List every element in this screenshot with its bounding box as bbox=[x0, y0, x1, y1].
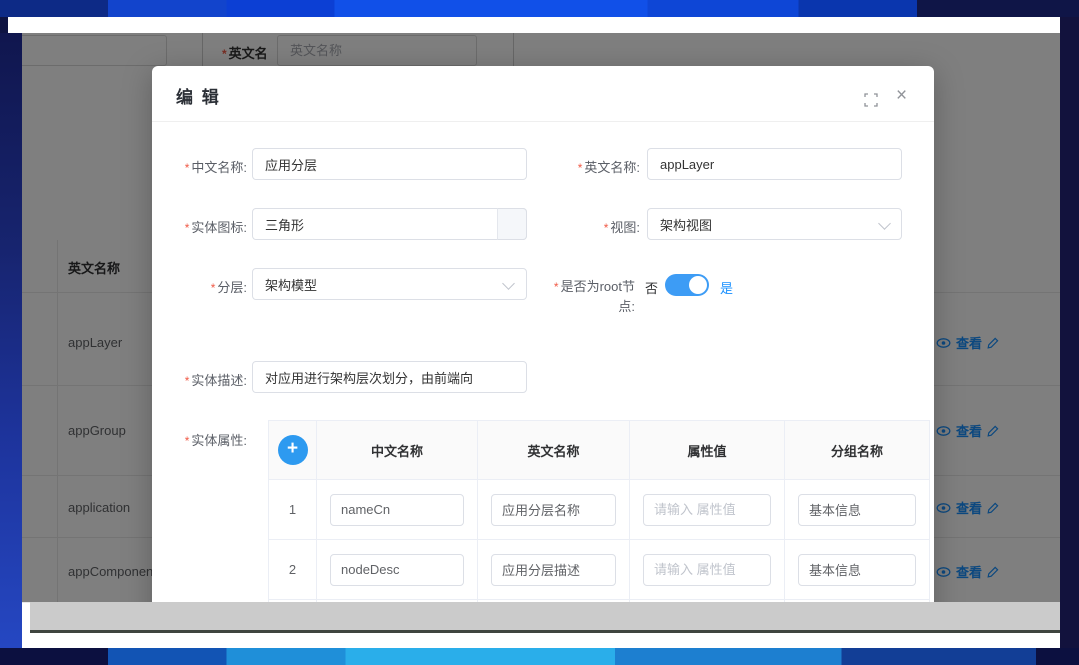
toggle-off-text: 否 bbox=[645, 278, 658, 297]
required-mark: * bbox=[185, 434, 190, 448]
name-en-input[interactable] bbox=[647, 148, 902, 180]
app-window: *英文名 英文名称 appLayer appGroup application … bbox=[8, 17, 1060, 648]
view-label: *视图: bbox=[532, 217, 640, 236]
layer-label: *分层: bbox=[152, 277, 247, 296]
root-toggle[interactable] bbox=[665, 274, 709, 296]
edit-dialog: 编 辑 × *中文名称: *英文名称: *实体图标: *视图: *分层 bbox=[152, 66, 934, 630]
icon-picker-addon[interactable] bbox=[497, 208, 527, 240]
decor-left-column bbox=[0, 33, 22, 648]
attr-cn-input[interactable] bbox=[330, 494, 464, 526]
header-col-value: 属性值 bbox=[630, 421, 785, 479]
window-bottom-strip bbox=[30, 602, 1060, 630]
attr-group-input[interactable] bbox=[798, 494, 916, 526]
toggle-on-text: 是 bbox=[720, 278, 733, 297]
toggle-knob bbox=[689, 276, 707, 294]
required-mark: * bbox=[604, 221, 609, 235]
entity-icon-input[interactable] bbox=[252, 208, 527, 240]
required-mark: * bbox=[185, 374, 190, 388]
header-col-name-en: 英文名称 bbox=[478, 421, 630, 479]
row-number: 2 bbox=[269, 540, 317, 599]
required-mark: * bbox=[211, 281, 216, 295]
name-cn-label: *中文名称: bbox=[152, 157, 247, 176]
window-bottom-margin bbox=[30, 633, 1060, 648]
entity-icon-label: *实体图标: bbox=[152, 217, 247, 236]
decor-bottom-bar bbox=[0, 648, 1079, 665]
dialog-header-divider bbox=[152, 121, 934, 122]
header-col-group: 分组名称 bbox=[785, 421, 929, 479]
attr-value-input[interactable] bbox=[643, 494, 771, 526]
attributes-table-header: + 中文名称 英文名称 属性值 分组名称 bbox=[269, 421, 929, 479]
attr-value-input[interactable] bbox=[643, 554, 771, 586]
required-mark: * bbox=[578, 161, 583, 175]
attribute-row: 1 bbox=[269, 479, 929, 539]
attr-group-input[interactable] bbox=[798, 554, 916, 586]
entity-desc-label: *实体描述: bbox=[152, 370, 247, 389]
is-root-label: *是否为root节点: bbox=[551, 277, 635, 317]
decor-top-bar bbox=[0, 0, 1079, 17]
decor-right-column bbox=[1060, 0, 1079, 665]
header-col-name-cn: 中文名称 bbox=[317, 421, 478, 479]
dialog-title: 编 辑 bbox=[176, 83, 221, 108]
name-cn-input[interactable] bbox=[252, 148, 527, 180]
attribute-row: 2 bbox=[269, 539, 929, 599]
attr-en-input[interactable] bbox=[491, 494, 616, 526]
entity-attrs-label: *实体属性: bbox=[152, 430, 247, 449]
layer-select[interactable] bbox=[252, 268, 527, 300]
name-en-label: *英文名称: bbox=[532, 157, 640, 176]
required-mark: * bbox=[185, 221, 190, 235]
row-number: 1 bbox=[269, 480, 317, 539]
view-select[interactable] bbox=[647, 208, 902, 240]
add-attribute-button[interactable]: + bbox=[278, 435, 308, 465]
required-mark: * bbox=[554, 280, 559, 294]
attr-en-input[interactable] bbox=[491, 554, 616, 586]
attr-cn-input[interactable] bbox=[330, 554, 464, 586]
attributes-table: + 中文名称 英文名称 属性值 分组名称 1 2 3 bbox=[268, 420, 930, 630]
required-mark: * bbox=[185, 161, 190, 175]
entity-desc-input[interactable] bbox=[252, 361, 527, 393]
fullscreen-icon[interactable] bbox=[864, 93, 878, 112]
close-icon[interactable]: × bbox=[896, 86, 907, 105]
